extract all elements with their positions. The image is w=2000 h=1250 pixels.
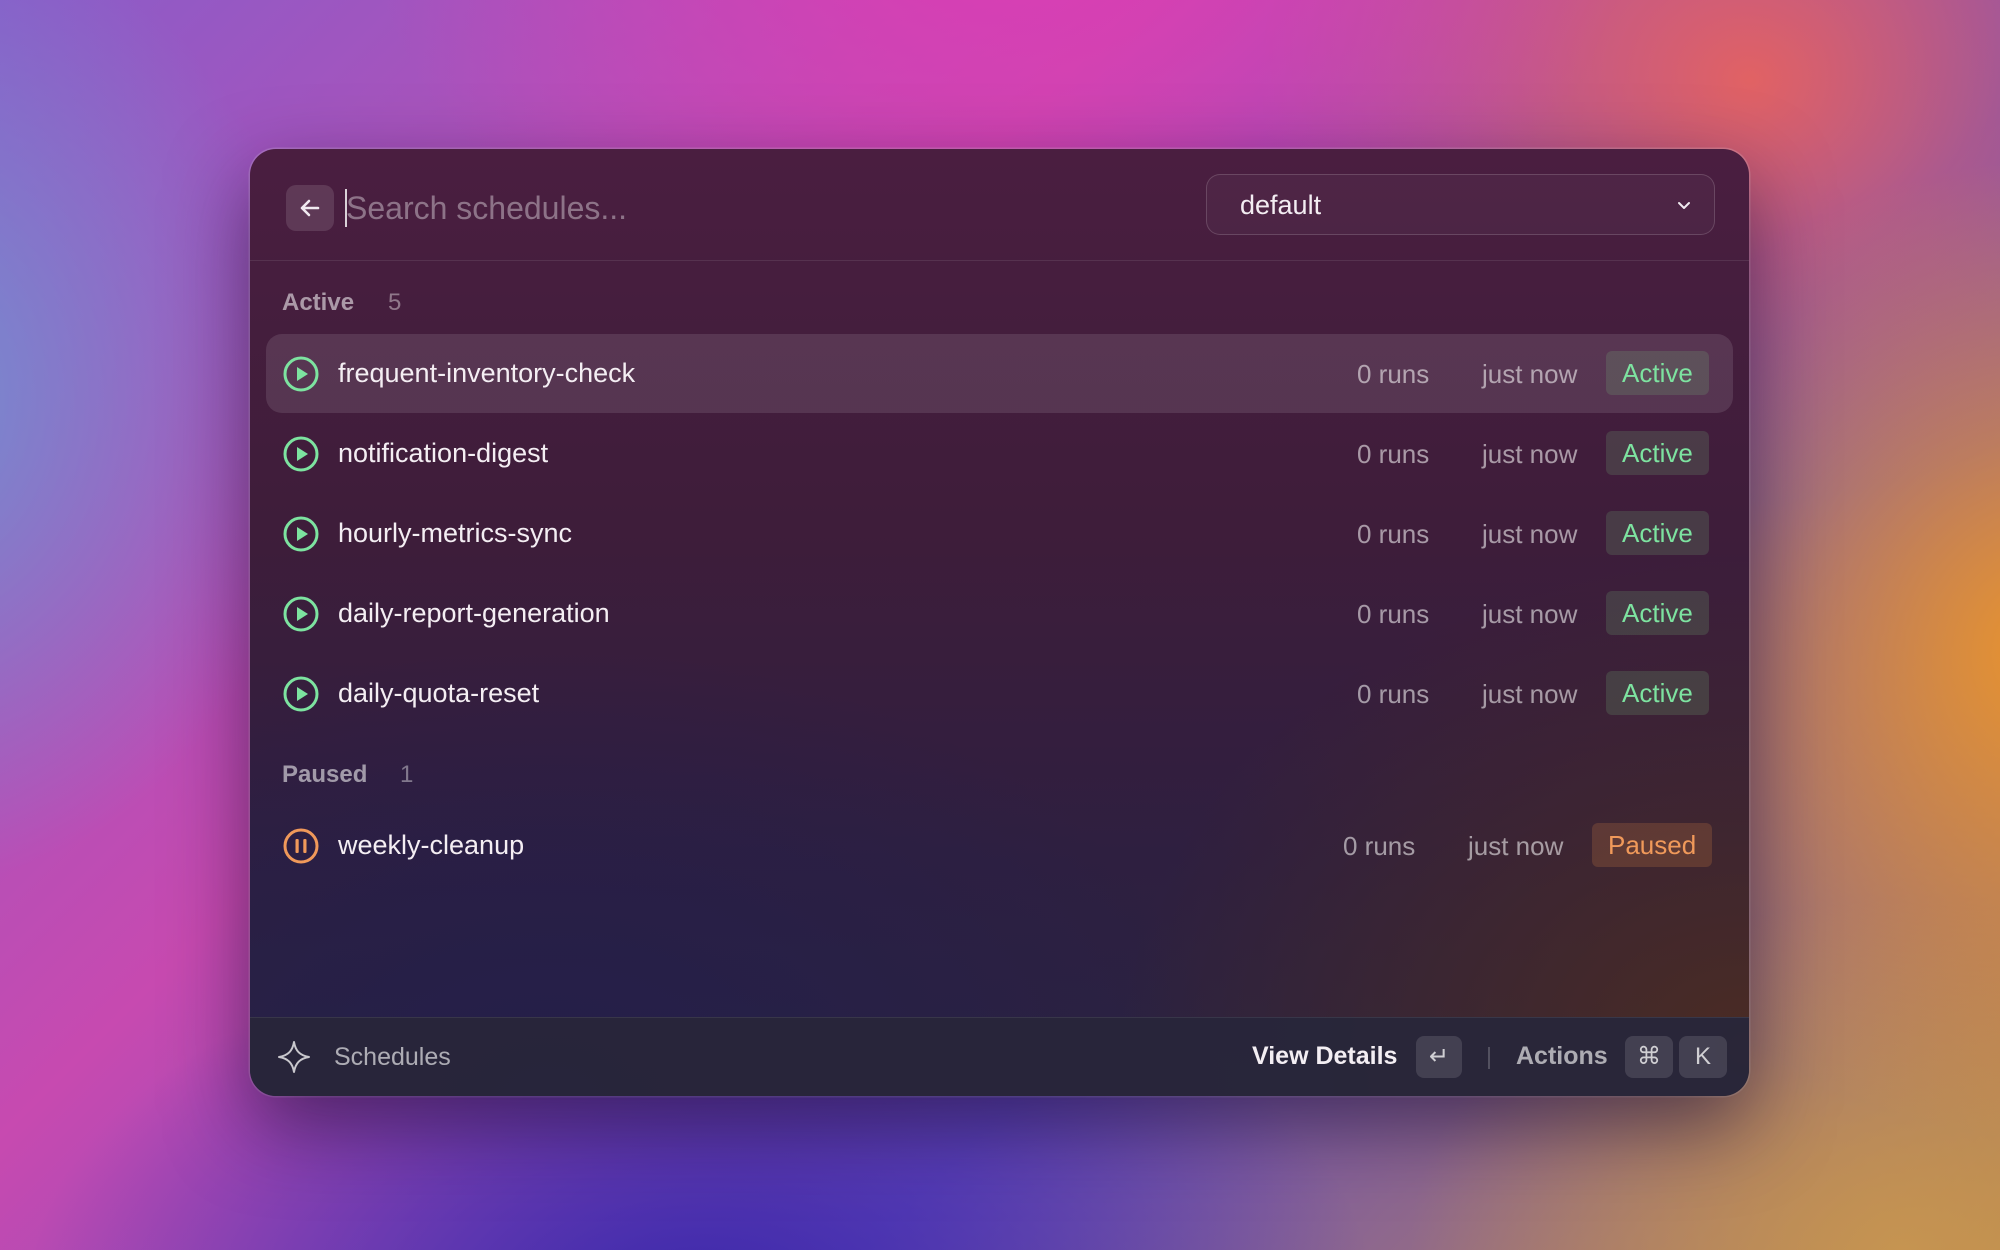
status-badge: Paused	[1592, 823, 1713, 867]
status-badge: Active	[1606, 511, 1709, 555]
view-details-button[interactable]: View Details	[1252, 1042, 1397, 1071]
search-input[interactable]	[346, 179, 1146, 237]
section-header-active: Active	[282, 289, 355, 316]
schedule-last-run: just now	[1482, 439, 1578, 469]
schedule-name: frequent-inventory-check	[338, 358, 636, 388]
schedule-row[interactable]: hourly-metrics-sync 0 runs just now Acti…	[266, 494, 1733, 573]
status-badge: Active	[1606, 671, 1709, 715]
section-header-paused: Paused	[282, 761, 368, 788]
schedule-row[interactable]: weekly-cleanup 0 runs just now Paused	[266, 806, 1733, 885]
schedule-name: weekly-cleanup	[338, 830, 525, 860]
schedule-last-run: just now	[1482, 679, 1578, 709]
namespace-dropdown-value: default	[1240, 190, 1322, 220]
play-circle-icon	[283, 596, 319, 632]
schedule-run-count: 0 runs	[1357, 599, 1430, 629]
arrow-left-icon	[300, 199, 320, 217]
schedule-run-count: 0 runs	[1357, 439, 1430, 469]
schedule-name: daily-quota-reset	[338, 678, 540, 708]
schedule-row[interactable]: notification-digest 0 runs just now Acti…	[266, 414, 1733, 493]
schedule-run-count: 0 runs	[1357, 519, 1430, 549]
k-key-hint: K	[1679, 1036, 1727, 1078]
back-button[interactable]	[286, 185, 334, 231]
status-badge: Active	[1606, 591, 1709, 635]
schedule-last-run: just now	[1482, 519, 1578, 549]
status-badge: Active	[1606, 431, 1709, 475]
play-circle-icon	[283, 676, 319, 712]
schedule-run-count: 0 runs	[1343, 831, 1416, 861]
schedule-name: daily-report-generation	[338, 598, 610, 628]
schedule-row[interactable]: daily-report-generation 0 runs just now …	[266, 574, 1733, 653]
schedule-name: notification-digest	[338, 438, 549, 468]
schedule-name: hourly-metrics-sync	[338, 518, 573, 548]
search-header: default	[250, 149, 1749, 261]
schedule-last-run: just now	[1468, 831, 1564, 861]
schedule-run-count: 0 runs	[1357, 359, 1430, 389]
actions-button[interactable]: Actions	[1516, 1042, 1608, 1071]
play-circle-icon	[283, 356, 319, 392]
chevron-down-icon	[1678, 202, 1690, 209]
footer-title: Schedules	[334, 1043, 451, 1071]
section-count-active: 5	[388, 289, 402, 316]
enter-key-hint: ↵	[1416, 1036, 1462, 1078]
sparkle-icon	[278, 1041, 310, 1073]
namespace-dropdown[interactable]: default	[1206, 174, 1715, 235]
command-key-hint: ⌘	[1625, 1036, 1673, 1078]
pause-circle-icon	[283, 828, 319, 864]
schedules-command-palette: default Active 5 frequent-inventory-chec…	[250, 149, 1749, 1096]
footer-divider	[1488, 1047, 1490, 1069]
play-circle-icon	[283, 436, 319, 472]
schedule-last-run: just now	[1482, 599, 1578, 629]
play-circle-icon	[283, 516, 319, 552]
schedule-row[interactable]: daily-quota-reset 0 runs just now Active	[266, 654, 1733, 733]
schedule-run-count: 0 runs	[1357, 679, 1430, 709]
schedule-last-run: just now	[1482, 359, 1578, 389]
section-count-paused: 1	[400, 761, 414, 788]
status-badge: Active	[1606, 351, 1709, 395]
action-footer: Schedules View Details ↵ Actions ⌘ K	[250, 1017, 1749, 1096]
schedule-row[interactable]: frequent-inventory-check 0 runs just now…	[266, 334, 1733, 413]
